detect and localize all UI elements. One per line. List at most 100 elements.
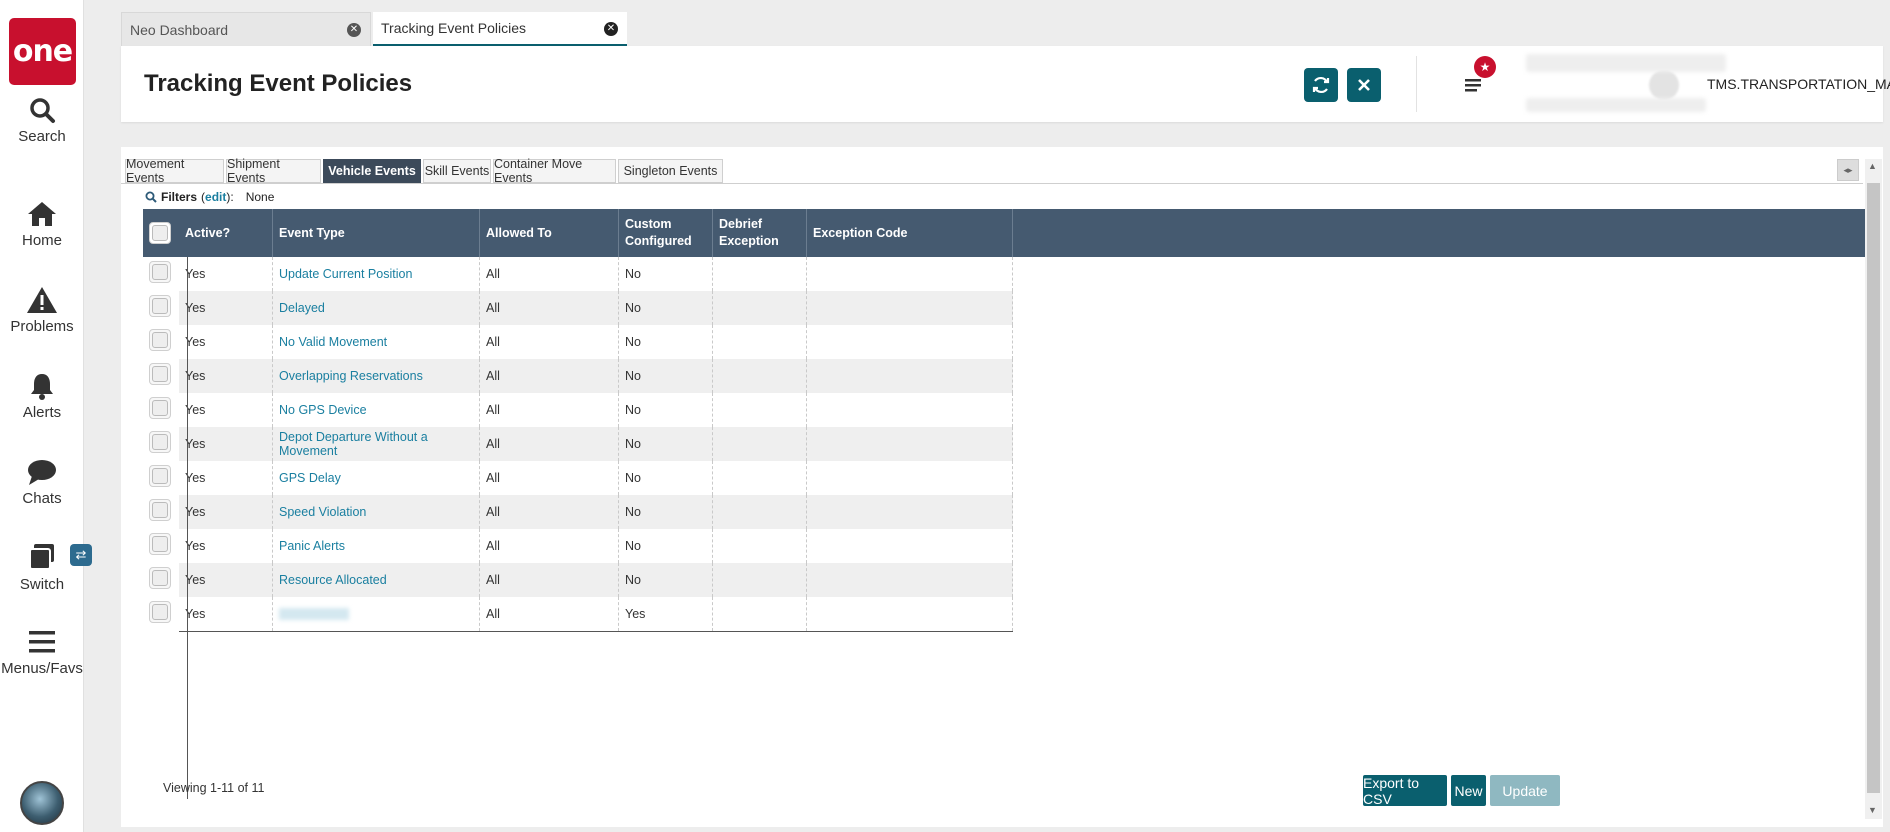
export-csv-button[interactable]: Export to CSV xyxy=(1363,775,1447,807)
row-checkbox[interactable] xyxy=(149,295,171,317)
table-row[interactable]: Yes All Yes xyxy=(143,597,1183,631)
table-row[interactable]: Yes GPS Delay All No xyxy=(143,461,1183,495)
close-page-button[interactable] xyxy=(1347,68,1381,102)
switch-badge-icon[interactable]: ⇄ xyxy=(70,544,92,566)
user-name-blurred xyxy=(1526,54,1726,72)
select-all-checkbox[interactable] xyxy=(149,222,171,244)
sidebar-item-chats[interactable]: Chats xyxy=(0,458,84,507)
col-header-text: Debrief Exception xyxy=(719,217,779,248)
table-row[interactable]: Yes Resource Allocated All No xyxy=(143,563,1183,597)
tab-neo-dashboard[interactable]: Neo Dashboard ✕ xyxy=(121,12,371,46)
cell-exception-code xyxy=(807,257,1013,291)
col-header-custom-configured[interactable]: Custom Configured xyxy=(619,209,713,257)
cell-allowed-to: All xyxy=(480,495,619,529)
switch-icon xyxy=(29,544,54,570)
close-icon[interactable]: ✕ xyxy=(604,22,618,36)
vertical-scrollbar[interactable]: ▲ ▼ xyxy=(1865,159,1882,819)
user-org-blurred xyxy=(1526,98,1706,112)
user-avatar[interactable] xyxy=(20,781,64,825)
table-row[interactable]: Yes Delayed All No xyxy=(143,291,1183,325)
tab-skill-events[interactable]: Skill Events xyxy=(423,159,491,183)
col-header-allowed-to[interactable]: Allowed To xyxy=(480,209,619,257)
cell-event-type[interactable]: Update Current Position xyxy=(273,257,480,291)
col-header-debrief-exception[interactable]: Debrief Exception xyxy=(713,209,807,257)
app-logo[interactable]: one xyxy=(9,18,76,85)
row-checkbox[interactable] xyxy=(149,465,171,487)
row-checkbox[interactable] xyxy=(149,499,171,521)
tab-vehicle-events[interactable]: Vehicle Events xyxy=(323,159,421,183)
cell-active: Yes xyxy=(179,427,273,461)
sidebar-item-problems[interactable]: Problems xyxy=(0,286,84,335)
row-checkbox[interactable] xyxy=(149,329,171,351)
cell-custom-configured: No xyxy=(619,325,713,359)
filters-paren: (edit): xyxy=(201,190,234,204)
menu-icon xyxy=(1465,79,1481,92)
row-checkbox[interactable] xyxy=(149,601,171,623)
cell-exception-code xyxy=(807,495,1013,529)
cell-event-type[interactable]: Panic Alerts xyxy=(273,529,480,563)
warning-icon xyxy=(27,287,57,313)
cell-exception-code xyxy=(807,291,1013,325)
cell-debrief-exception xyxy=(713,257,807,291)
grid-divider xyxy=(187,257,188,799)
col-header-exception-code[interactable]: Exception Code xyxy=(807,209,1013,257)
tab-container-move-events[interactable]: Container Move Events xyxy=(493,157,616,185)
sidebar-item-alerts[interactable]: Alerts xyxy=(0,372,84,421)
table-row[interactable]: Yes No GPS Device All No xyxy=(143,393,1183,427)
cell-debrief-exception xyxy=(713,461,807,495)
tab-movement-events[interactable]: Movement Events xyxy=(125,157,224,185)
cell-event-type[interactable]: No GPS Device xyxy=(273,393,480,427)
cell-event-type[interactable]: No Valid Movement xyxy=(273,325,480,359)
tab-shipment-events[interactable]: Shipment Events xyxy=(226,157,321,185)
table-row[interactable]: Yes Panic Alerts All No xyxy=(143,529,1183,563)
sidebar-item-search[interactable]: Search xyxy=(0,96,84,145)
tab-tracking-event-policies[interactable]: Tracking Event Policies ✕ xyxy=(373,12,627,46)
cell-allowed-to: All xyxy=(480,529,619,563)
search-icon xyxy=(145,191,157,203)
scrollbar-thumb[interactable] xyxy=(1867,183,1880,793)
pagination-status: Viewing 1-11 of 11 xyxy=(163,781,265,795)
cell-event-type[interactable]: Depot Departure Without a Movement xyxy=(273,427,480,461)
cell-custom-configured: No xyxy=(619,427,713,461)
table-row[interactable]: Yes Depot Departure Without a Movement All… xyxy=(143,427,1183,461)
cell-event-type[interactable] xyxy=(273,597,480,631)
tab-singleton-events[interactable]: Singleton Events xyxy=(618,159,723,183)
cell-event-type[interactable]: GPS Delay xyxy=(273,461,480,495)
cell-exception-code xyxy=(807,461,1013,495)
col-header-event-type[interactable]: Event Type xyxy=(273,209,480,257)
cell-custom-configured: No xyxy=(619,529,713,563)
scroll-down-icon[interactable]: ▼ xyxy=(1868,805,1877,815)
header-divider xyxy=(1416,56,1417,112)
cell-event-type[interactable]: Overlapping Reservations xyxy=(273,359,480,393)
filters-label: Filters xyxy=(161,190,198,204)
sidebar-item-menus-favs[interactable]: Menus/Favs xyxy=(0,628,84,677)
cell-active: Yes xyxy=(179,563,273,597)
new-button[interactable]: New xyxy=(1451,775,1486,806)
cell-event-type[interactable]: Speed Violation xyxy=(273,495,480,529)
cell-custom-configured: No xyxy=(619,393,713,427)
filters-edit-link[interactable]: edit xyxy=(205,190,226,204)
refresh-button[interactable] xyxy=(1304,68,1338,102)
cell-event-type[interactable]: Resource Allocated xyxy=(273,563,480,597)
col-header-active[interactable]: Active? xyxy=(179,209,273,257)
sidebar-item-label: Switch xyxy=(19,576,65,593)
table-row[interactable]: Yes Speed Violation All No xyxy=(143,495,1183,529)
table-row[interactable]: Yes Update Current Position All No xyxy=(143,257,1183,291)
row-checkbox[interactable] xyxy=(149,533,171,555)
row-checkbox[interactable] xyxy=(149,261,171,283)
tab-scroll-arrows-icon[interactable]: ◂▸ xyxy=(1837,159,1859,181)
user-role: TMS.TRANSPORTATION_MANAGER xyxy=(1707,76,1890,92)
search-icon xyxy=(30,98,55,123)
table-row[interactable]: Yes No Valid Movement All No xyxy=(143,325,1183,359)
sidebar-item-home[interactable]: Home xyxy=(0,200,84,249)
cell-custom-configured: No xyxy=(619,461,713,495)
row-checkbox[interactable] xyxy=(149,397,171,419)
scroll-up-icon[interactable]: ▲ xyxy=(1868,161,1877,171)
row-checkbox[interactable] xyxy=(149,363,171,385)
row-checkbox[interactable] xyxy=(149,567,171,589)
row-checkbox[interactable] xyxy=(149,431,171,453)
update-button[interactable]: Update xyxy=(1490,775,1560,806)
close-icon[interactable]: ✕ xyxy=(347,23,361,37)
table-row[interactable]: Yes Overlapping Reservations All No xyxy=(143,359,1183,393)
cell-event-type[interactable]: Delayed xyxy=(273,291,480,325)
